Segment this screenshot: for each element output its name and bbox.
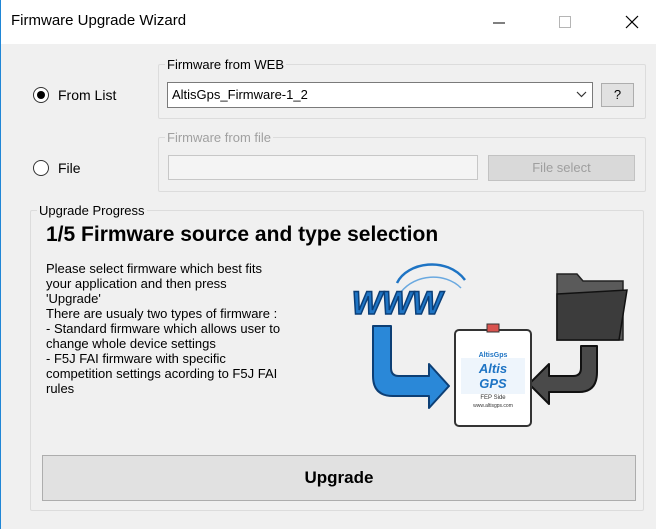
close-icon xyxy=(625,15,639,29)
device-line-1: Altis xyxy=(478,361,507,376)
close-button[interactable] xyxy=(609,0,655,44)
folder-icon xyxy=(556,273,628,341)
window-title: Firmware Upgrade Wizard xyxy=(11,12,187,29)
step-description: Please select firmware which best fits y… xyxy=(46,261,336,396)
minimize-icon xyxy=(493,22,505,24)
description-line: rules xyxy=(46,381,75,396)
help-button[interactable]: ? xyxy=(601,83,634,107)
device-footer: www.altisgps.com xyxy=(473,403,513,409)
www-text: WWW xyxy=(352,285,445,321)
firmware-upgrade-window: Firmware Upgrade Wizard From List File F… xyxy=(0,0,656,529)
file-path-input[interactable] xyxy=(168,155,478,180)
upgrade-progress-legend: Upgrade Progress xyxy=(39,203,145,218)
firmware-illustration: WWW AltisGps Altis GPS FEP Side www.alti… xyxy=(351,263,628,427)
arrow-down-right-icon xyxy=(372,325,450,409)
device-line-3: FEP Side xyxy=(480,395,506,401)
firmware-web-legend: Firmware from WEB xyxy=(167,57,284,72)
file-radio[interactable] xyxy=(33,160,49,176)
maximize-icon xyxy=(559,16,571,28)
arrow-down-left-icon xyxy=(528,345,598,405)
from-list-radio[interactable] xyxy=(33,87,49,103)
description-line: your application and then press xyxy=(46,276,227,291)
description-line: change whole device settings xyxy=(46,336,216,351)
firmware-file-legend: Firmware from file xyxy=(167,130,272,145)
www-icon: WWW xyxy=(351,263,466,322)
from-list-label[interactable]: From List xyxy=(58,87,116,103)
device-brand: AltisGps xyxy=(479,352,508,359)
description-line: Please select firmware which best fits xyxy=(46,261,263,276)
description-line: - F5J FAI firmware with specific xyxy=(46,351,226,366)
file-label[interactable]: File xyxy=(58,160,81,176)
title-bar[interactable]: Firmware Upgrade Wizard xyxy=(1,0,656,44)
description-line: competition settings acording to F5J FAI xyxy=(46,366,278,381)
maximize-button xyxy=(542,0,588,44)
chevron-down-icon xyxy=(576,91,587,98)
radio-selected-dot xyxy=(37,91,45,99)
description-line: There are usualy two types of firmware : xyxy=(46,306,278,321)
step-heading: 1/5 Firmware source and type selection xyxy=(46,223,439,246)
window-border xyxy=(0,0,1,529)
device-icon: AltisGps Altis GPS FEP Side www.altisgps… xyxy=(454,323,532,427)
description-line: 'Upgrade' xyxy=(46,291,101,306)
description-line: - Standard firmware which allows user to xyxy=(46,321,281,336)
firmware-select-value: AltisGps_Firmware-1_2 xyxy=(172,87,308,102)
minimize-button[interactable] xyxy=(476,0,522,44)
file-select-button[interactable]: File select xyxy=(488,155,635,181)
firmware-select[interactable]: AltisGps_Firmware-1_2 xyxy=(167,82,593,108)
upgrade-button[interactable]: Upgrade xyxy=(42,455,636,501)
device-line-2: GPS xyxy=(479,376,507,391)
